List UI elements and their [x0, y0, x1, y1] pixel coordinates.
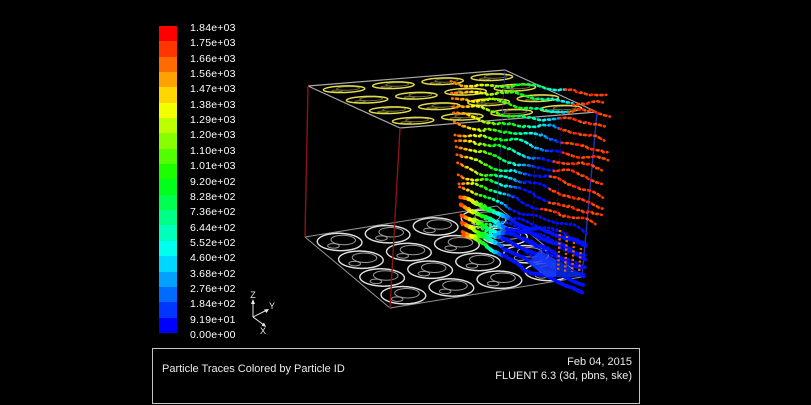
swirl-dots — [331, 248, 391, 271]
trace-segment — [588, 212, 593, 213]
fluent-graphics-window: 1.84e+031.75e+031.66e+031.56e+031.47e+03… — [0, 0, 811, 405]
trace-segment — [583, 145, 588, 147]
trace-segment — [599, 195, 604, 198]
trace-segment — [549, 228, 553, 229]
swirl-dots — [387, 116, 439, 125]
swirl-trace — [466, 73, 518, 82]
left-edge — [305, 86, 308, 237]
swirl-trace — [470, 268, 530, 291]
swirl-dots — [364, 106, 416, 115]
swirl-dots — [470, 268, 530, 291]
swirl-outer — [422, 276, 482, 299]
swirl-dots — [352, 266, 412, 289]
swirl-trace — [364, 106, 416, 115]
trace-segment — [550, 125, 555, 126]
top-edge — [308, 70, 505, 86]
trace-segment — [604, 159, 609, 161]
swirl-trace — [310, 231, 370, 254]
trace-segment — [592, 222, 597, 225]
trace-segment — [514, 196, 519, 199]
trace-segment — [581, 257, 585, 259]
trace-segment — [598, 183, 603, 185]
swirl-dots — [406, 215, 466, 238]
caption-date: Feb 04, 2015 — [495, 356, 632, 370]
trace-segment — [606, 116, 611, 117]
swirl-trace — [318, 85, 370, 94]
swirl-outer — [470, 268, 530, 291]
trace-segment — [579, 291, 583, 293]
trace-segment — [601, 138, 606, 141]
axis-triad: Z Y X — [250, 290, 275, 336]
trace-segment — [598, 150, 603, 151]
swirl-dots — [341, 95, 393, 104]
trace-segment — [552, 139, 557, 141]
x-axis-line — [253, 317, 264, 325]
swirl-dots — [400, 258, 460, 281]
swirl-dots — [358, 223, 418, 246]
caption-title: Particle Traces Colored by Particle ID — [162, 363, 345, 375]
swirl-outer — [358, 223, 418, 246]
trace-segment — [583, 176, 588, 178]
swirl-outer — [310, 231, 370, 254]
viewport-3d[interactable]: Z Y X — [0, 0, 811, 405]
swirl-trace — [358, 223, 418, 246]
trace-segment — [569, 111, 574, 112]
trace-segment — [571, 90, 576, 91]
trace-segment — [599, 102, 604, 103]
swirl-outer — [352, 266, 412, 289]
trace-segment — [579, 228, 583, 231]
y-axis-label: Y — [269, 301, 275, 311]
floor-edge — [305, 237, 390, 308]
trace-segment — [457, 155, 462, 156]
swirl-dots — [318, 85, 370, 94]
swirl-trace — [379, 241, 439, 264]
swirl-outer — [379, 241, 439, 264]
trace-segment — [598, 214, 603, 215]
x-axis-label: X — [260, 326, 266, 336]
interior-line — [555, 108, 562, 263]
swirl-trace — [367, 81, 419, 90]
y-axis-line — [253, 310, 267, 317]
trace-segment — [598, 207, 603, 208]
swirl-trace — [390, 91, 442, 100]
trace-segment — [463, 99, 468, 100]
swirl-dots — [390, 91, 442, 100]
swirl-trace — [400, 258, 460, 281]
swirl-trace — [406, 215, 466, 238]
caption-version: FLUENT 6.3 (3d, pbns, ske) — [495, 370, 632, 384]
swirl-trace — [352, 266, 412, 289]
swirl-outer — [374, 284, 434, 307]
z-axis-label: Z — [250, 290, 256, 300]
trace-segment — [581, 266, 585, 267]
trace-segment — [527, 143, 532, 146]
front-edge — [390, 128, 400, 308]
swirl-dots — [422, 276, 482, 299]
trace-segment — [568, 102, 573, 103]
swirl-dots — [374, 284, 434, 307]
caption-box: Particle Traces Colored by Particle ID F… — [152, 348, 640, 404]
trace-segment — [555, 212, 560, 214]
swirl-dots — [379, 241, 439, 264]
swirl-dots — [310, 231, 370, 254]
swirl-dots — [367, 81, 419, 90]
trace-segment — [510, 163, 515, 164]
swirl-trace — [331, 248, 391, 271]
trace-segment — [598, 168, 603, 171]
caption-meta: Feb 04, 2015 FLUENT 6.3 (3d, pbns, ske) — [495, 356, 632, 383]
trace-segment — [582, 242, 586, 245]
trace-segment — [470, 141, 475, 142]
swirl-dots — [466, 73, 518, 82]
trace-segment — [541, 135, 546, 137]
swirl-outer — [406, 215, 466, 238]
trace-segment — [601, 125, 606, 126]
swirl-trace — [387, 116, 439, 125]
trace-segment — [579, 284, 583, 285]
swirl-trace — [422, 276, 482, 299]
swirl-outer — [331, 248, 391, 271]
swirl-trace — [341, 95, 393, 104]
swirl-outer — [400, 258, 460, 281]
swirl-trace — [374, 284, 434, 307]
